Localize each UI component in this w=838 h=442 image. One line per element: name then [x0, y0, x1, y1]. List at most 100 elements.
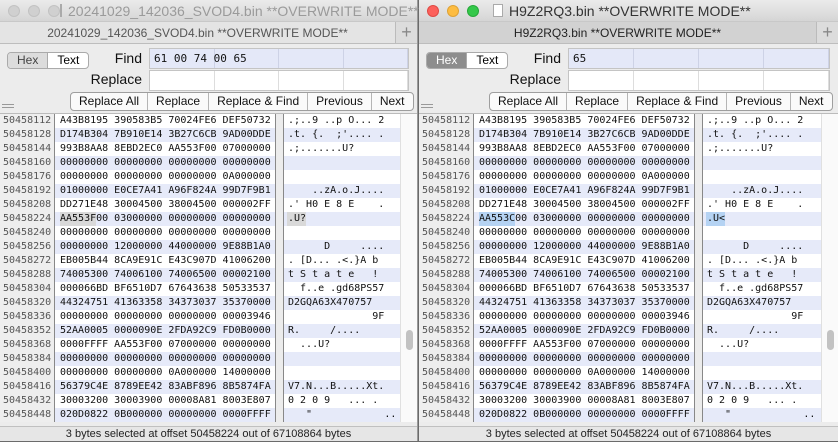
row-hex-bytes[interactable]: 00000000 00000000 00000000 0A000000 — [55, 170, 276, 184]
row-hex-bytes[interactable]: 00000000 00000000 0A000000 14000000 — [474, 366, 695, 380]
row-ascii[interactable]: .t. {. ;'.... . — [703, 128, 821, 142]
row-hex-bytes[interactable]: 000066BD BF6510D7 67643638 50533537 — [55, 282, 276, 296]
hex-row[interactable]: 50458320 44324751 41363358 34373037 35370… — [0, 296, 417, 310]
hex-row[interactable]: 50458352 52AA0005 0000090E 2FDA92C9 FD0B0… — [0, 324, 417, 338]
hex-row[interactable]: 50458368 0000FFFF AA553F00 07000000 00000… — [419, 338, 838, 352]
row-ascii[interactable]: t S t a t e ! — [703, 268, 821, 282]
row-hex-bytes[interactable]: 00000000 12000000 44000000 9E88B1A0 — [474, 240, 695, 254]
row-hex-bytes[interactable]: 00000000 00000000 00000000 00000000 — [55, 352, 276, 366]
row-hex-bytes[interactable]: 56379C4E 8789EE42 83ABF896 8B5874FA — [474, 380, 695, 394]
hex-row[interactable]: 50458160 00000000 00000000 00000000 00000… — [0, 156, 417, 170]
row-hex-bytes[interactable]: 00000000 00000000 00000000 00000000 — [55, 156, 276, 170]
hex-row[interactable]: 50458256 00000000 12000000 44000000 9E88B… — [0, 240, 417, 254]
row-hex-bytes[interactable]: 993B8AA8 8EBD2EC0 AA553F00 07000000 — [474, 142, 695, 156]
replace-input[interactable] — [149, 70, 409, 91]
vertical-scrollbar[interactable] — [400, 114, 417, 422]
hex-row[interactable]: 50458336 00000000 00000000 00000000 00003… — [0, 310, 417, 324]
replace-and-find-button[interactable]: Replace & Find — [628, 93, 728, 110]
hex-row[interactable]: 50458128 D174B304 7B910E14 3B27C6CB 9AD00… — [419, 128, 838, 142]
hex-row[interactable]: 50458432 30003200 30003900 00008A81 8003E… — [0, 394, 417, 408]
hex-row[interactable]: 50458400 00000000 00000000 0A000000 14000… — [419, 366, 838, 380]
close-button[interactable] — [8, 4, 20, 17]
row-hex-bytes[interactable]: D174B304 7B910E14 3B27C6CB 9AD00DDE — [55, 128, 276, 142]
row-hex-bytes[interactable]: 56379C4E 8789EE42 83ABF896 8B5874FA — [55, 380, 276, 394]
hex-row[interactable]: 50458144 993B8AA8 8EBD2EC0 AA553F00 07000… — [419, 142, 838, 156]
row-hex-bytes[interactable]: 44324751 41363358 34373037 35370000 — [55, 296, 276, 310]
row-hex-bytes[interactable]: 00000000 00000000 00000000 00003946 — [55, 310, 276, 324]
replace-and-find-button[interactable]: Replace & Find — [209, 93, 309, 110]
hex-row[interactable]: 50458416 56379C4E 8789EE42 83ABF896 8B587… — [419, 380, 838, 394]
row-hex-bytes[interactable]: 00000000 00000000 00000000 00000000 — [474, 156, 695, 170]
drag-handle-icon[interactable] — [421, 104, 433, 108]
row-ascii[interactable]: . [D... .<.}A b — [284, 254, 402, 268]
hex-row[interactable]: 50458432 30003200 30003900 00008A81 8003E… — [419, 394, 838, 408]
row-ascii[interactable]: V7.N...B.....Xt. — [284, 380, 402, 394]
next-button[interactable]: Next — [372, 93, 413, 110]
row-ascii[interactable]: 0 2 0 9 ... . — [284, 394, 402, 408]
hex-row[interactable]: 50458416 56379C4E 8789EE42 83ABF896 8B587… — [0, 380, 417, 394]
hex-view[interactable]: 50458112 A43B8195 390583B5 70024FE6 DEF50… — [419, 113, 838, 422]
row-ascii[interactable]: ...U? — [703, 338, 821, 352]
minimize-button[interactable] — [28, 4, 40, 17]
row-ascii[interactable]: .;..9 ..p O... 2 — [284, 114, 402, 128]
row-hex-bytes[interactable]: 44324751 41363358 34373037 35370000 — [474, 296, 695, 310]
hex-row[interactable]: 50458224 AA553F00 03000000 00000000 00000… — [0, 212, 417, 226]
hex-row[interactable]: 50458288 74005300 74006100 74006500 00002… — [0, 268, 417, 282]
row-ascii[interactable]: .t. {. ;'.... . — [284, 128, 402, 142]
row-ascii[interactable]: f..e .gd68PS57 — [284, 282, 402, 296]
replace-all-button[interactable]: Replace All — [490, 93, 568, 110]
row-ascii-selected[interactable]: .U? — [284, 212, 402, 226]
hex-row[interactable]: 50458384 00000000 00000000 00000000 00000… — [419, 352, 838, 366]
row-ascii[interactable]: D2GQA63X470757 — [703, 296, 821, 310]
drag-handle-icon[interactable] — [2, 104, 14, 108]
row-hex-bytes-selected[interactable]: AA553C00 03000000 00000000 00000000 — [474, 212, 695, 226]
row-hex-bytes[interactable]: DD271E48 30004500 38004500 000002FF — [474, 198, 695, 212]
row-ascii[interactable] — [284, 226, 402, 240]
row-hex-bytes[interactable]: 74005300 74006100 74006500 00002100 — [474, 268, 695, 282]
find-input[interactable]: 61 00 74 00 65 — [149, 48, 409, 69]
row-ascii[interactable]: D .... — [703, 240, 821, 254]
hex-row[interactable]: 50458304 000066BD BF6510D7 67643638 50533… — [0, 282, 417, 296]
hex-row[interactable]: 50458112 A43B8195 390583B5 70024FE6 DEF50… — [0, 114, 417, 128]
row-hex-bytes[interactable]: 00000000 00000000 00000000 0A000000 — [474, 170, 695, 184]
row-ascii[interactable]: D2GQA63X470757 — [284, 296, 402, 310]
row-hex-bytes[interactable]: 00000000 00000000 00000000 00000000 — [55, 226, 276, 240]
hex-row[interactable]: 50458208 DD271E48 30004500 38004500 00000… — [419, 198, 838, 212]
vertical-scrollbar[interactable] — [821, 114, 838, 422]
previous-button[interactable]: Previous — [308, 93, 372, 110]
row-ascii[interactable]: ..zA.o.J.... — [703, 184, 821, 198]
row-ascii[interactable]: .;.......U? — [703, 142, 821, 156]
row-ascii[interactable] — [284, 156, 402, 170]
row-hex-bytes[interactable]: DD271E48 30004500 38004500 000002FF — [55, 198, 276, 212]
title-bar[interactable]: H9Z2RQ3.bin **OVERWRITE MODE** — [419, 0, 838, 22]
row-hex-bytes[interactable]: 000066BD BF6510D7 67643638 50533537 — [474, 282, 695, 296]
new-tab-plus-icon[interactable]: + — [816, 22, 838, 43]
hex-row[interactable]: 50458240 00000000 00000000 00000000 00000… — [0, 226, 417, 240]
row-ascii[interactable]: V7.N...B.....Xt. — [703, 380, 821, 394]
row-hex-bytes[interactable]: A43B8195 390583B5 70024FE6 DEF50732 — [55, 114, 276, 128]
minimize-button[interactable] — [447, 4, 459, 17]
row-ascii[interactable] — [284, 170, 402, 184]
hex-row[interactable]: 50458272 EB005B44 8CA9E91C E43C907D 41006… — [0, 254, 417, 268]
row-hex-bytes[interactable]: 30003200 30003900 00008A81 8003E807 — [55, 394, 276, 408]
row-hex-bytes[interactable]: 74005300 74006100 74006500 00002100 — [55, 268, 276, 282]
hex-view[interactable]: 50458112 A43B8195 390583B5 70024FE6 DEF50… — [0, 113, 417, 422]
row-ascii[interactable] — [703, 170, 821, 184]
row-hex-bytes[interactable]: 00000000 00000000 00000000 00000000 — [474, 226, 695, 240]
row-hex-bytes[interactable]: 0000FFFF AA553F00 07000000 00000000 — [55, 338, 276, 352]
next-button[interactable]: Next — [791, 93, 832, 110]
hex-row[interactable]: 50458256 00000000 12000000 44000000 9E88B… — [419, 240, 838, 254]
row-hex-bytes[interactable]: EB005B44 8CA9E91C E43C907D 41006200 — [474, 254, 695, 268]
row-ascii[interactable] — [703, 226, 821, 240]
row-ascii[interactable] — [284, 352, 402, 366]
hex-row[interactable]: 50458400 00000000 00000000 0A000000 14000… — [0, 366, 417, 380]
replace-all-button[interactable]: Replace All — [71, 93, 149, 110]
hex-row[interactable]: 50458272 EB005B44 8CA9E91C E43C907D 41006… — [419, 254, 838, 268]
replace-button[interactable]: Replace — [567, 93, 629, 110]
hex-row[interactable]: 50458144 993B8AA8 8EBD2EC0 AA553F00 07000… — [0, 142, 417, 156]
row-hex-bytes[interactable]: EB005B44 8CA9E91C E43C907D 41006200 — [55, 254, 276, 268]
previous-button[interactable]: Previous — [727, 93, 791, 110]
hex-row[interactable]: 50458176 00000000 00000000 00000000 0A000… — [0, 170, 417, 184]
hex-row[interactable]: 50458128 D174B304 7B910E14 3B27C6CB 9AD00… — [0, 128, 417, 142]
row-ascii[interactable] — [284, 366, 402, 380]
